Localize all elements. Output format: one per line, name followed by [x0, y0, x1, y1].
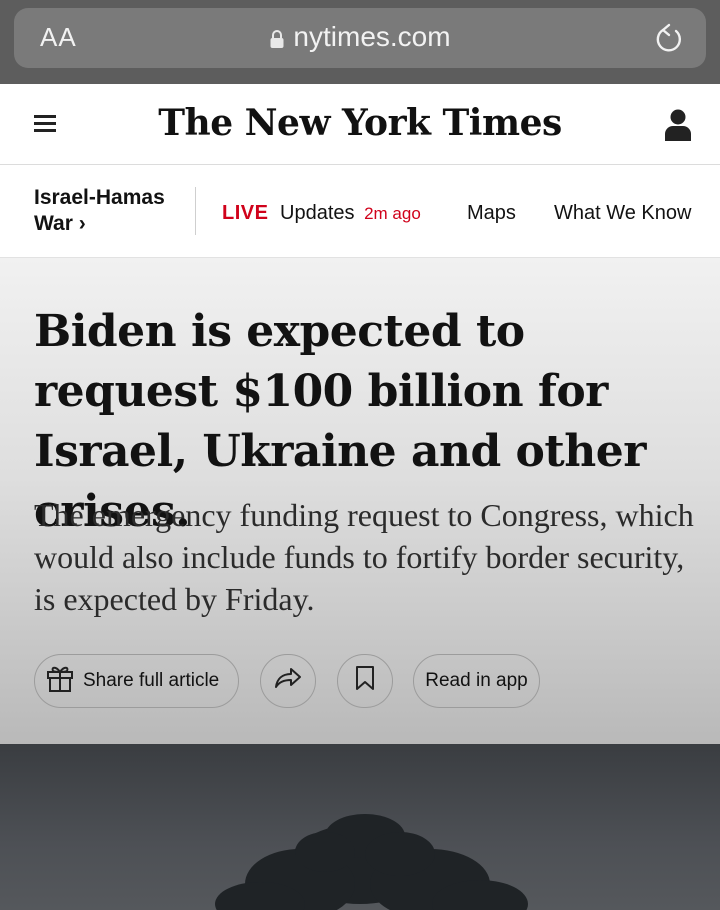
article-lead-image[interactable]	[0, 744, 720, 910]
nav-divider	[195, 187, 196, 235]
share-full-article-label: Share full article	[83, 670, 220, 691]
article-header: Biden is expected to request $100 billio…	[0, 258, 720, 744]
section-title-link[interactable]: Israel-Hamas War ›	[34, 185, 184, 237]
section-nav: Israel-Hamas War › LIVE Updates 2m ago M…	[0, 165, 720, 258]
updates-label: Updates	[280, 202, 355, 224]
what-we-know-link[interactable]: What We Know	[554, 202, 691, 225]
bookmark-icon	[355, 665, 375, 697]
site-header: The New York Times	[0, 84, 720, 165]
gift-icon	[45, 663, 75, 699]
url-display[interactable]: nytimes.com	[14, 21, 706, 56]
article-summary: The emergency funding request to Congres…	[34, 497, 694, 617]
reload-icon[interactable]	[654, 22, 684, 59]
person-icon[interactable]	[664, 108, 692, 147]
read-in-app-button[interactable]: Read in app	[413, 654, 540, 708]
url-text: nytimes.com	[293, 21, 451, 52]
share-arrow-icon	[273, 666, 303, 696]
browser-chrome: AA nytimes.com	[0, 0, 720, 84]
live-updates-link[interactable]: LIVE Updates 2m ago	[222, 202, 421, 225]
nyt-logo[interactable]: The New York Times	[0, 102, 720, 144]
share-button[interactable]	[260, 654, 316, 708]
lock-icon	[269, 24, 285, 56]
tree-silhouette	[215, 814, 528, 910]
share-full-article-button[interactable]: Share full article	[34, 654, 239, 708]
live-tag: LIVE	[222, 202, 269, 224]
updated-time: 2m ago	[364, 204, 421, 223]
save-button[interactable]	[337, 654, 393, 708]
maps-link[interactable]: Maps	[467, 202, 516, 225]
address-bar[interactable]: AA nytimes.com	[14, 8, 706, 68]
